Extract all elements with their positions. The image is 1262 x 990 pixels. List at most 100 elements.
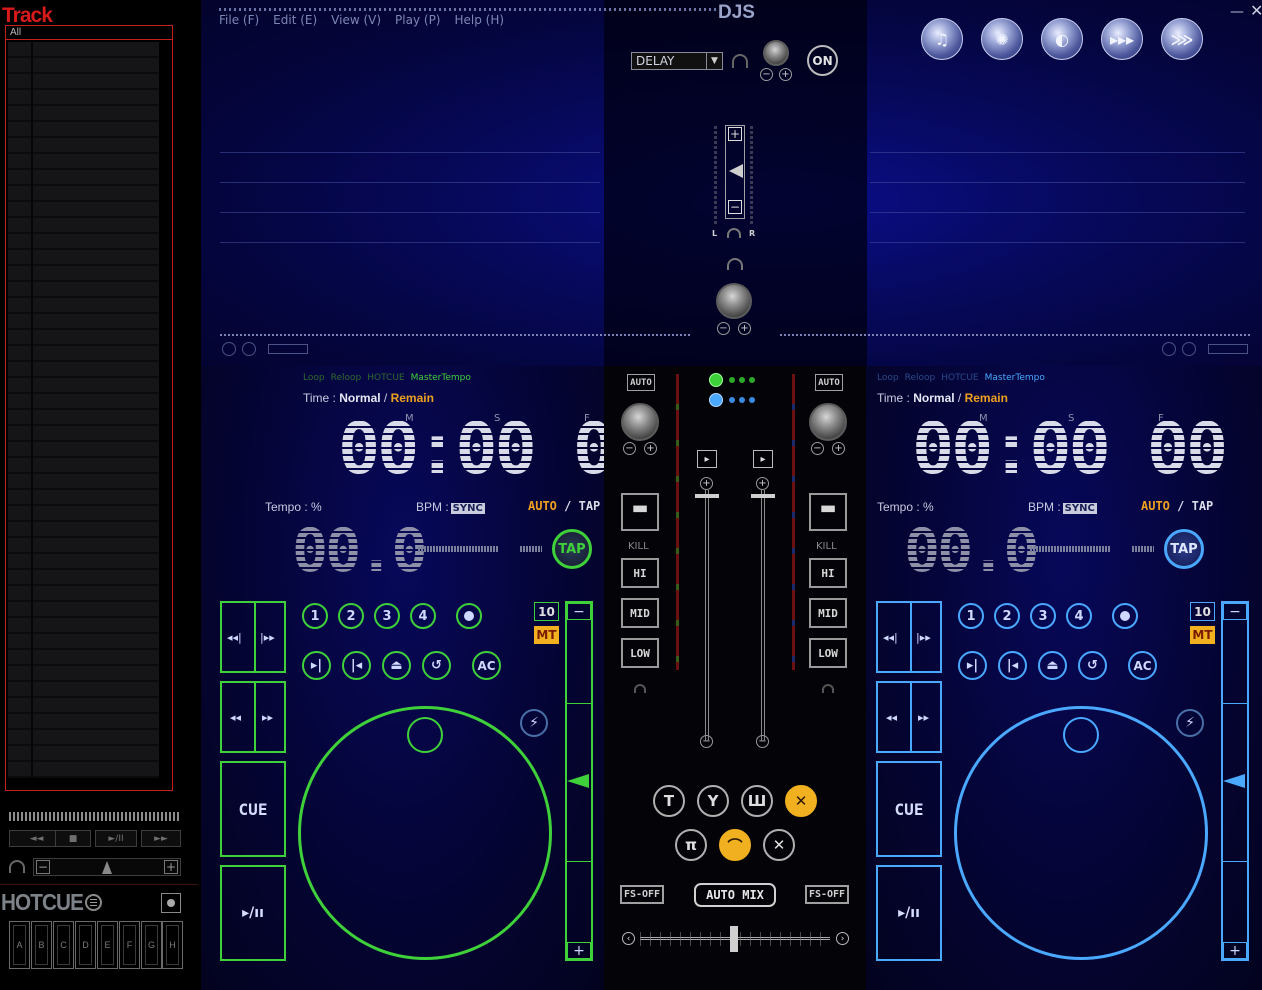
- tab-loop[interactable]: Loop: [877, 373, 899, 383]
- previous-track-icon[interactable]: ◂◂|: [883, 631, 898, 644]
- mixer-left-low-button[interactable]: LOW: [621, 638, 659, 668]
- gain-minus-icon[interactable]: −: [623, 442, 636, 455]
- effect-select[interactable]: DELAY ▼: [631, 52, 723, 70]
- deck-left-play-button[interactable]: ▸/ıı: [220, 865, 286, 961]
- hotcue-4-button[interactable]: 4: [1066, 603, 1092, 629]
- automix-button[interactable]: AUTO MIX: [694, 883, 776, 907]
- hotcue-record-button[interactable]: [456, 603, 482, 629]
- preview-play-pause-button[interactable]: ►/II: [95, 830, 137, 847]
- fader-plus-icon[interactable]: +: [700, 477, 713, 490]
- zoom-full-toggle[interactable]: [268, 344, 308, 354]
- deck-left-master-tempo[interactable]: MT: [534, 626, 559, 644]
- zoom-full-toggle[interactable]: [1208, 344, 1248, 354]
- tab-hotcue[interactable]: HOTCUE: [367, 373, 404, 383]
- loop-out-icon[interactable]: |◂: [998, 651, 1027, 680]
- volume-plus-icon[interactable]: +: [164, 860, 178, 874]
- menu-file[interactable]: File (F): [219, 13, 259, 27]
- time-mode-remain[interactable]: Remain: [391, 391, 434, 405]
- deck-left-ac-button[interactable]: AC: [472, 651, 501, 680]
- mixer-right-low-button[interactable]: LOW: [809, 638, 847, 668]
- deck-right-loop-length[interactable]: 10: [1190, 602, 1215, 621]
- mixer-right-auto[interactable]: AUTO: [815, 374, 843, 391]
- sync-button[interactable]: SYNC: [450, 503, 485, 514]
- hotcue-key-a[interactable]: A: [9, 921, 30, 969]
- pitch-thumb[interactable]: [567, 774, 589, 788]
- reloop-icon[interactable]: ↺: [422, 651, 451, 680]
- hotcue-record-button[interactable]: [161, 893, 181, 913]
- menu-view[interactable]: View (V): [331, 13, 381, 27]
- hotcue-key-c[interactable]: C: [53, 921, 74, 969]
- fader-thumb[interactable]: [751, 494, 775, 498]
- pitch-minus-icon[interactable]: −: [567, 603, 591, 620]
- hotcue-key-h[interactable]: H: [162, 921, 183, 969]
- fast-forward-icon[interactable]: ▸▸: [262, 711, 273, 724]
- mixer-right-kill-icon[interactable]: ▀▀: [809, 493, 847, 531]
- headphone-icon[interactable]: [634, 684, 646, 693]
- tab-reloop[interactable]: Reloop: [905, 373, 936, 383]
- deck-right-play-button[interactable]: ▸/ıı: [876, 865, 942, 961]
- scratch-icon[interactable]: ⚡: [520, 709, 548, 737]
- waveform-left-overview[interactable]: [220, 334, 690, 336]
- mixer-right-mid-button[interactable]: MID: [809, 598, 847, 628]
- sync-button[interactable]: SYNC: [1062, 503, 1097, 514]
- deck-right-master-tempo[interactable]: MT: [1190, 626, 1215, 644]
- pitch-plus-icon[interactable]: +: [567, 942, 591, 959]
- tab-loop[interactable]: Loop: [303, 373, 325, 383]
- auto-toggle[interactable]: AUTO: [1141, 499, 1170, 513]
- zoom-in-icon[interactable]: [1182, 342, 1196, 356]
- effect-plus-icon[interactable]: +: [779, 68, 792, 81]
- volume-thumb[interactable]: [102, 861, 112, 874]
- hotcue-key-g[interactable]: G: [141, 921, 162, 969]
- mixer-left-auto[interactable]: AUTO: [627, 374, 655, 391]
- fader-plus-icon[interactable]: +: [756, 477, 769, 490]
- zoom-out-icon[interactable]: [1162, 342, 1176, 356]
- loop-in-icon[interactable]: ▸|: [302, 651, 331, 680]
- deck-right-tap-button[interactable]: TAP: [1164, 529, 1204, 569]
- hotcue-record-button[interactable]: [1112, 603, 1138, 629]
- hotcue-3-button[interactable]: 3: [374, 603, 400, 629]
- scratch-icon[interactable]: ⚡: [1176, 709, 1204, 737]
- close-icon[interactable]: ✕: [1250, 1, 1262, 20]
- fader-thumb[interactable]: [695, 494, 719, 498]
- deck-left-cue-button[interactable]: CUE: [220, 761, 286, 857]
- mixer-right-fs-off[interactable]: FS-OFF: [805, 885, 849, 904]
- mixer-right-gain-knob[interactable]: [809, 403, 847, 441]
- globe-icon[interactable]: ◐: [1041, 18, 1083, 60]
- pitch-minus-icon[interactable]: −: [1223, 603, 1247, 620]
- preview-forward-button[interactable]: ►►: [141, 830, 181, 847]
- gain-plus-icon[interactable]: +: [644, 442, 657, 455]
- time-mode-remain[interactable]: Remain: [965, 391, 1008, 405]
- hotcue-key-b[interactable]: B: [31, 921, 52, 969]
- effect-minus-icon[interactable]: −: [760, 68, 773, 81]
- play-icon[interactable]: ▸: [753, 450, 773, 468]
- fast-forward-icon[interactable]: ▸▸: [918, 711, 929, 724]
- headphone-plus-icon[interactable]: +: [738, 322, 751, 335]
- mixer-right-channel-fader[interactable]: [751, 490, 775, 740]
- preview-stop-button[interactable]: ■: [55, 830, 91, 847]
- hotcue-1-button[interactable]: 1: [958, 603, 984, 629]
- filter-arch-icon[interactable]: ⌒: [719, 829, 751, 861]
- deck-left-pitch-slider[interactable]: − +: [565, 601, 593, 961]
- mixer-left-hi-button[interactable]: HI: [621, 558, 659, 588]
- tap-toggle[interactable]: TAP: [579, 499, 601, 513]
- crossfader[interactable]: ‹ ›: [622, 926, 850, 952]
- deck-left-loop-length[interactable]: 10: [534, 602, 559, 621]
- track-filter[interactable]: All: [10, 27, 21, 38]
- rewind-icon[interactable]: ◂◂: [230, 711, 241, 724]
- auto-toggle[interactable]: AUTO: [528, 499, 557, 513]
- crossfader-right-icon[interactable]: ›: [836, 932, 849, 945]
- filter-cross-icon[interactable]: ✕: [785, 785, 817, 817]
- crossfader-left-icon[interactable]: ‹: [622, 932, 635, 945]
- hotcue-key-f[interactable]: F: [119, 921, 140, 969]
- mixer-left-channel-fader[interactable]: [695, 490, 719, 740]
- deck-left-prev-next[interactable]: ◂◂| |▸▸: [220, 601, 286, 673]
- tab-hotcue[interactable]: HOTCUE: [941, 373, 978, 383]
- deck-left-indicator[interactable]: [709, 373, 723, 387]
- hotcue-3-button[interactable]: 3: [1030, 603, 1056, 629]
- gain-minus-icon[interactable]: −: [811, 442, 824, 455]
- deck-left-rew-ff[interactable]: ◂◂ ▸▸: [220, 681, 286, 753]
- menu-play[interactable]: Play (P): [395, 13, 440, 27]
- mixer-right-hi-button[interactable]: HI: [809, 558, 847, 588]
- zoom-out-icon[interactable]: [222, 342, 236, 356]
- hotcue-2-button[interactable]: 2: [994, 603, 1020, 629]
